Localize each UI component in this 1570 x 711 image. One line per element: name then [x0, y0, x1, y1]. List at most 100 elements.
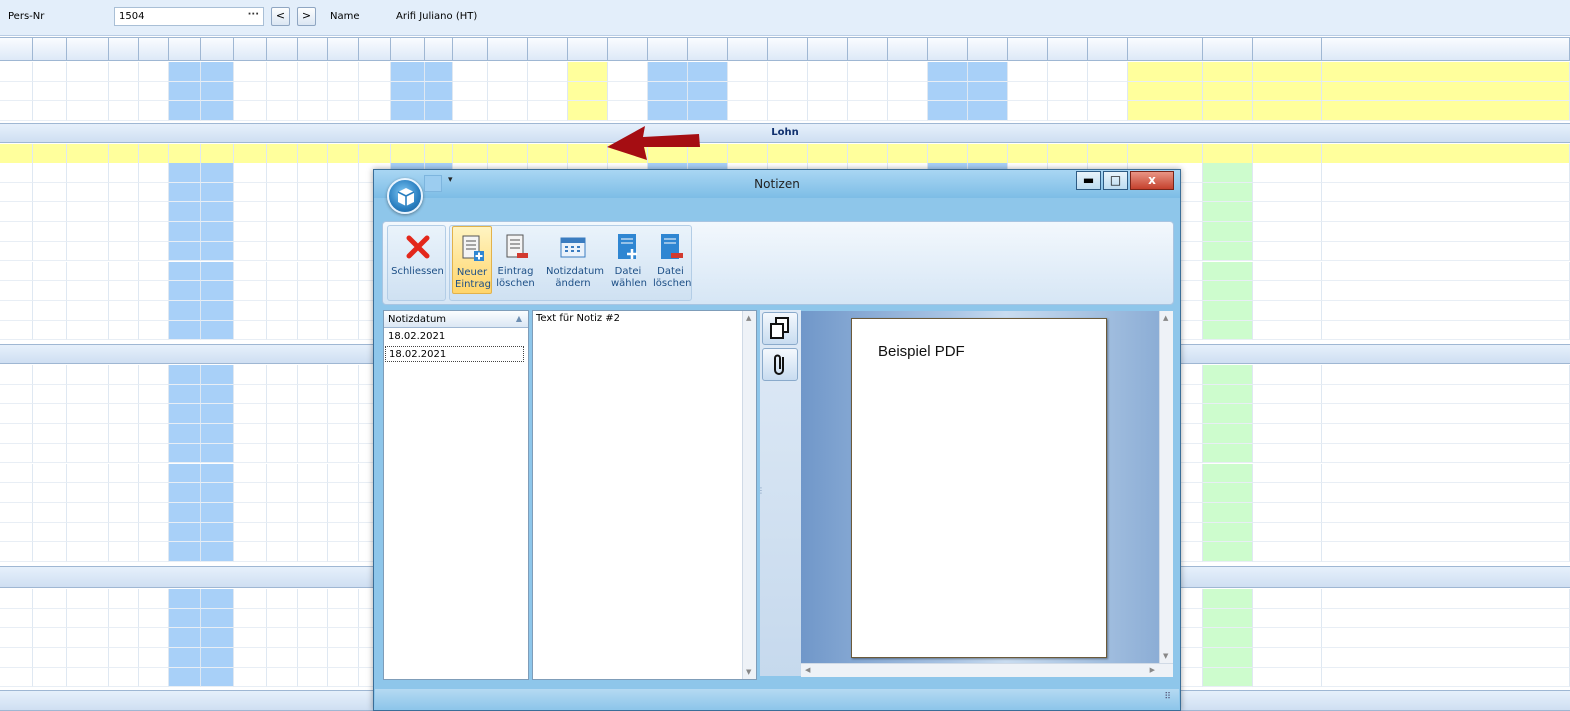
day-cell[interactable]	[391, 62, 425, 82]
total-cell[interactable]	[1128, 81, 1203, 102]
auftr-cell[interactable]	[1253, 628, 1322, 649]
day-cell[interactable]	[328, 502, 359, 523]
day-cell[interactable]	[808, 101, 848, 122]
day-cell[interactable]	[169, 222, 201, 242]
day-cell[interactable]	[0, 667, 33, 688]
list-item-selected[interactable]: 18.02.2021	[385, 346, 524, 362]
baustelle-cell[interactable]	[1322, 542, 1570, 562]
day-cell[interactable]	[33, 62, 67, 82]
day-cell[interactable]	[453, 101, 488, 122]
la-cell[interactable]	[1203, 608, 1253, 629]
day-cell[interactable]	[139, 163, 169, 183]
auftr-cell[interactable]	[1253, 463, 1322, 484]
day-cell[interactable]	[1088, 62, 1128, 82]
day-cell[interactable]	[201, 163, 234, 183]
day-cell[interactable]	[0, 384, 33, 405]
day-cell[interactable]	[328, 241, 359, 262]
day-cell[interactable]	[109, 542, 139, 562]
day-cell[interactable]	[139, 320, 169, 341]
delete-file-button[interactable]: Datei löschen	[650, 226, 691, 292]
day-cell[interactable]	[298, 163, 328, 183]
auftr-cell[interactable]	[1253, 424, 1322, 444]
day-cell[interactable]	[328, 222, 359, 242]
day-cell[interactable]	[67, 81, 109, 102]
day-cell[interactable]	[688, 62, 728, 82]
day-cell[interactable]	[109, 589, 139, 609]
day-cell[interactable]	[33, 463, 67, 484]
day-cell[interactable]	[234, 667, 267, 688]
day-cell[interactable]	[328, 81, 359, 102]
day-cell[interactable]	[328, 463, 359, 484]
day-cell[interactable]	[0, 483, 33, 503]
day-cell[interactable]	[453, 81, 488, 102]
day-cell[interactable]	[169, 241, 201, 262]
day-cell[interactable]	[848, 81, 888, 102]
day-cell[interactable]	[1008, 62, 1048, 82]
day-cell[interactable]	[608, 101, 648, 122]
day-cell[interactable]	[267, 628, 298, 649]
day-cell[interactable]	[328, 261, 359, 282]
day-cell[interactable]	[109, 81, 139, 102]
day-cell[interactable]	[139, 502, 169, 523]
day-cell[interactable]	[0, 62, 33, 82]
day-cell[interactable]	[848, 144, 888, 164]
auftr-cell[interactable]	[1253, 608, 1322, 629]
day-cell[interactable]	[201, 542, 234, 562]
change-date-button[interactable]: Notizdatum ändern	[542, 226, 604, 292]
day-cell[interactable]	[425, 101, 453, 122]
app-menu-button[interactable]	[387, 178, 423, 214]
day-cell[interactable]	[568, 62, 608, 82]
day-cell[interactable]	[201, 281, 234, 301]
day-header[interactable]	[33, 37, 67, 61]
day-cell[interactable]	[234, 163, 267, 183]
day-cell[interactable]	[267, 542, 298, 562]
day-cell[interactable]	[67, 222, 109, 242]
day-cell[interactable]	[298, 261, 328, 282]
day-cell[interactable]	[298, 101, 328, 122]
day-cell[interactable]	[328, 522, 359, 543]
day-cell[interactable]	[67, 404, 109, 425]
day-cell[interactable]	[328, 608, 359, 629]
day-header[interactable]	[425, 37, 453, 61]
day-cell[interactable]	[139, 222, 169, 242]
day-cell[interactable]	[109, 222, 139, 242]
day-cell[interactable]	[298, 81, 328, 102]
day-cell[interactable]	[391, 101, 425, 122]
auftr-cell[interactable]	[1253, 101, 1322, 122]
baustelle-cell[interactable]	[1322, 320, 1570, 341]
auftr-header[interactable]	[1253, 37, 1322, 61]
day-cell[interactable]	[109, 463, 139, 484]
day-cell[interactable]	[169, 628, 201, 649]
choose-file-button[interactable]: Datei wählen	[608, 226, 648, 292]
day-cell[interactable]	[109, 241, 139, 262]
day-cell[interactable]	[453, 62, 488, 82]
resize-grip-icon[interactable]: ⠿	[1164, 692, 1171, 702]
day-cell[interactable]	[267, 182, 298, 203]
auftr-cell[interactable]	[1253, 502, 1322, 523]
total-cell[interactable]	[1128, 101, 1203, 122]
day-cell[interactable]	[139, 589, 169, 609]
day-cell[interactable]	[267, 222, 298, 242]
day-cell[interactable]	[528, 62, 568, 82]
day-cell[interactable]	[267, 648, 298, 668]
day-cell[interactable]	[109, 628, 139, 649]
day-cell[interactable]	[67, 384, 109, 405]
day-header[interactable]	[528, 37, 568, 61]
day-cell[interactable]	[109, 101, 139, 122]
day-cell[interactable]	[201, 300, 234, 321]
baustelle-cell[interactable]	[1322, 281, 1570, 301]
day-cell[interactable]	[33, 222, 67, 242]
day-cell[interactable]	[0, 101, 33, 122]
day-header[interactable]	[0, 37, 33, 61]
day-cell[interactable]	[109, 404, 139, 425]
day-header[interactable]	[359, 37, 391, 61]
day-cell[interactable]	[234, 522, 267, 543]
day-cell[interactable]	[768, 101, 808, 122]
day-cell[interactable]	[139, 667, 169, 688]
day-cell[interactable]	[267, 163, 298, 183]
day-cell[interactable]	[488, 81, 528, 102]
day-cell[interactable]	[139, 365, 169, 385]
day-cell[interactable]	[267, 502, 298, 523]
prev-button[interactable]: <	[271, 7, 290, 26]
close-dialog-button[interactable]: Schliessen	[388, 226, 447, 292]
